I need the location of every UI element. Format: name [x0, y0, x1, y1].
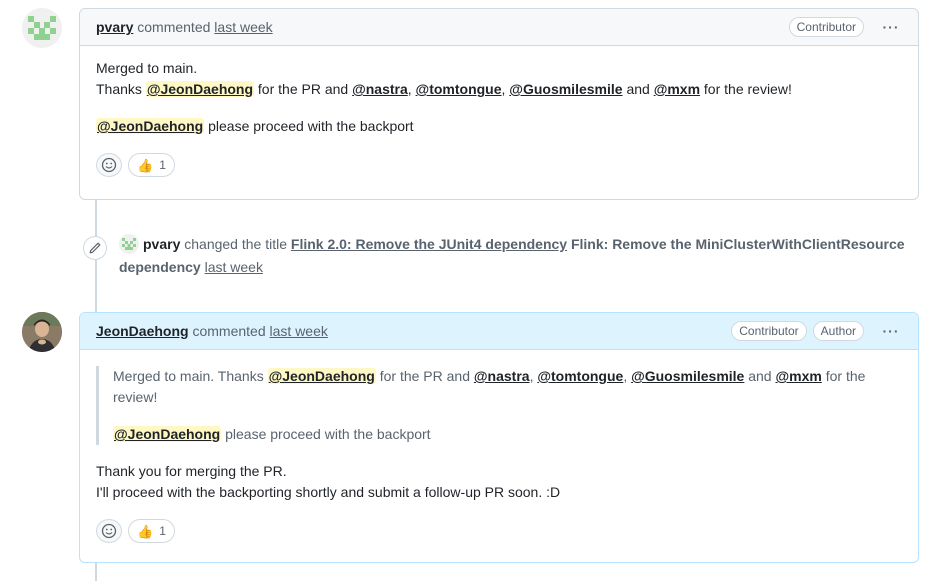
- comment-header-actions: Contributor ···: [788, 17, 902, 37]
- comment-text: I'll proceed with the backporting shortl…: [96, 484, 561, 500]
- mention-link[interactable]: @JeonDaehong: [267, 368, 376, 384]
- quote-block: Merged to main. Thanks @JeonDaehong for …: [96, 366, 902, 445]
- thumbs-up-reaction-button[interactable]: 👍 1: [128, 153, 175, 177]
- pencil-icon: [83, 236, 107, 260]
- add-reaction-button[interactable]: [96, 519, 122, 543]
- comment-text: Thank you for merging the PR.: [96, 463, 287, 479]
- mention-link[interactable]: @tomtongue: [416, 81, 502, 97]
- quote-text: for the PR and: [379, 368, 470, 384]
- comment-card: pvary commented last week Contributor ··…: [79, 8, 919, 200]
- thumbs-up-icon: 👍: [137, 157, 154, 173]
- quote-text: Merged to main. Thanks: [113, 368, 264, 384]
- comment-card: JeonDaehong commented last week Contribu…: [79, 312, 919, 563]
- comment-body: Merged to main. Thanks @JeonDaehong for …: [80, 46, 918, 191]
- avatar-jeondaehong[interactable]: [22, 312, 62, 352]
- comment-header: JeonDaehong commented last week Contribu…: [80, 313, 918, 350]
- mention-link[interactable]: @mxm: [775, 368, 821, 384]
- reaction-count: 1: [159, 157, 166, 172]
- comment-verb: commented: [137, 19, 211, 35]
- event-action: changed the title: [184, 236, 287, 252]
- mention-link[interactable]: @JeonDaehong: [96, 118, 205, 134]
- mention-link[interactable]: @JeonDaehong: [145, 81, 255, 97]
- avatar-pvary[interactable]: [22, 8, 62, 48]
- thumbs-up-reaction-button[interactable]: 👍 1: [128, 519, 175, 543]
- reactions-bar: 👍 1: [96, 153, 902, 181]
- contributor-badge: Contributor: [731, 321, 807, 341]
- mention-link[interactable]: @mxm: [654, 81, 700, 97]
- comment-line: I'll proceed with the backporting shortl…: [96, 482, 902, 503]
- comment-verb: commented: [192, 323, 266, 339]
- comment-line: Thank you for merging the PR.: [96, 461, 902, 482]
- kebab-horizontal-icon[interactable]: ···: [880, 19, 902, 35]
- comment-header-actions: Contributor Author ···: [731, 321, 902, 341]
- mention-link[interactable]: @nastra: [474, 368, 530, 384]
- thumbs-up-icon: 👍: [137, 523, 154, 539]
- kebab-horizontal-icon[interactable]: ···: [880, 323, 902, 339]
- timeline-line: [95, 562, 97, 581]
- mention-link[interactable]: @Guosmilesmile: [509, 81, 622, 97]
- event-actor-link[interactable]: pvary: [143, 236, 180, 252]
- comment-text: Merged to main.: [96, 60, 198, 76]
- comment-author-link[interactable]: JeonDaehong: [96, 323, 189, 339]
- smiley-icon: [101, 157, 117, 173]
- reactions-bar: 👍 1: [96, 519, 902, 547]
- event-text: pvary changed the title Flink 2.0: Remov…: [119, 233, 909, 279]
- comment-text: please proceed with the backport: [208, 118, 414, 134]
- comment-body: Merged to main. Thanks @JeonDaehong for …: [80, 350, 918, 557]
- comment-text: for the PR and: [257, 81, 349, 97]
- comment-text: Thanks: [96, 81, 142, 97]
- add-reaction-button[interactable]: [96, 153, 122, 177]
- mention-link[interactable]: @JeonDaehong: [113, 426, 222, 442]
- quote-text: please proceed with the backport: [225, 426, 431, 442]
- quote-line: Merged to main. Thanks @JeonDaehong for …: [113, 368, 866, 405]
- mention-link[interactable]: @Guosmilesmile: [631, 368, 744, 384]
- quote-line: @JeonDaehong please proceed with the bac…: [113, 424, 902, 445]
- comment-author-link[interactable]: pvary: [96, 19, 133, 35]
- reaction-count: 1: [159, 523, 166, 538]
- old-title: Flink 2.0: Remove the JUnit4 dependency: [290, 236, 568, 252]
- comment-timestamp-link[interactable]: last week: [214, 19, 272, 35]
- quote-text: and: [748, 368, 772, 384]
- mention-link[interactable]: @nastra: [352, 81, 408, 97]
- comment-header: pvary commented last week Contributor ··…: [80, 9, 918, 46]
- author-badge: Author: [812, 321, 864, 341]
- contributor-badge: Contributor: [788, 17, 864, 37]
- comment-text: for the review!: [703, 81, 792, 97]
- smiley-icon: [101, 523, 117, 539]
- comment-text: and: [626, 81, 650, 97]
- comment-line: @JeonDaehong please proceed with the bac…: [96, 116, 902, 137]
- event-timestamp-link[interactable]: last week: [205, 259, 263, 275]
- avatar-pvary-small[interactable]: [119, 234, 139, 254]
- comment-line: Merged to main.: [96, 58, 902, 79]
- comment-timestamp-link[interactable]: last week: [270, 323, 328, 339]
- mention-link[interactable]: @tomtongue: [537, 368, 623, 384]
- comment-line: Thanks @JeonDaehong for the PR and @nast…: [96, 81, 792, 97]
